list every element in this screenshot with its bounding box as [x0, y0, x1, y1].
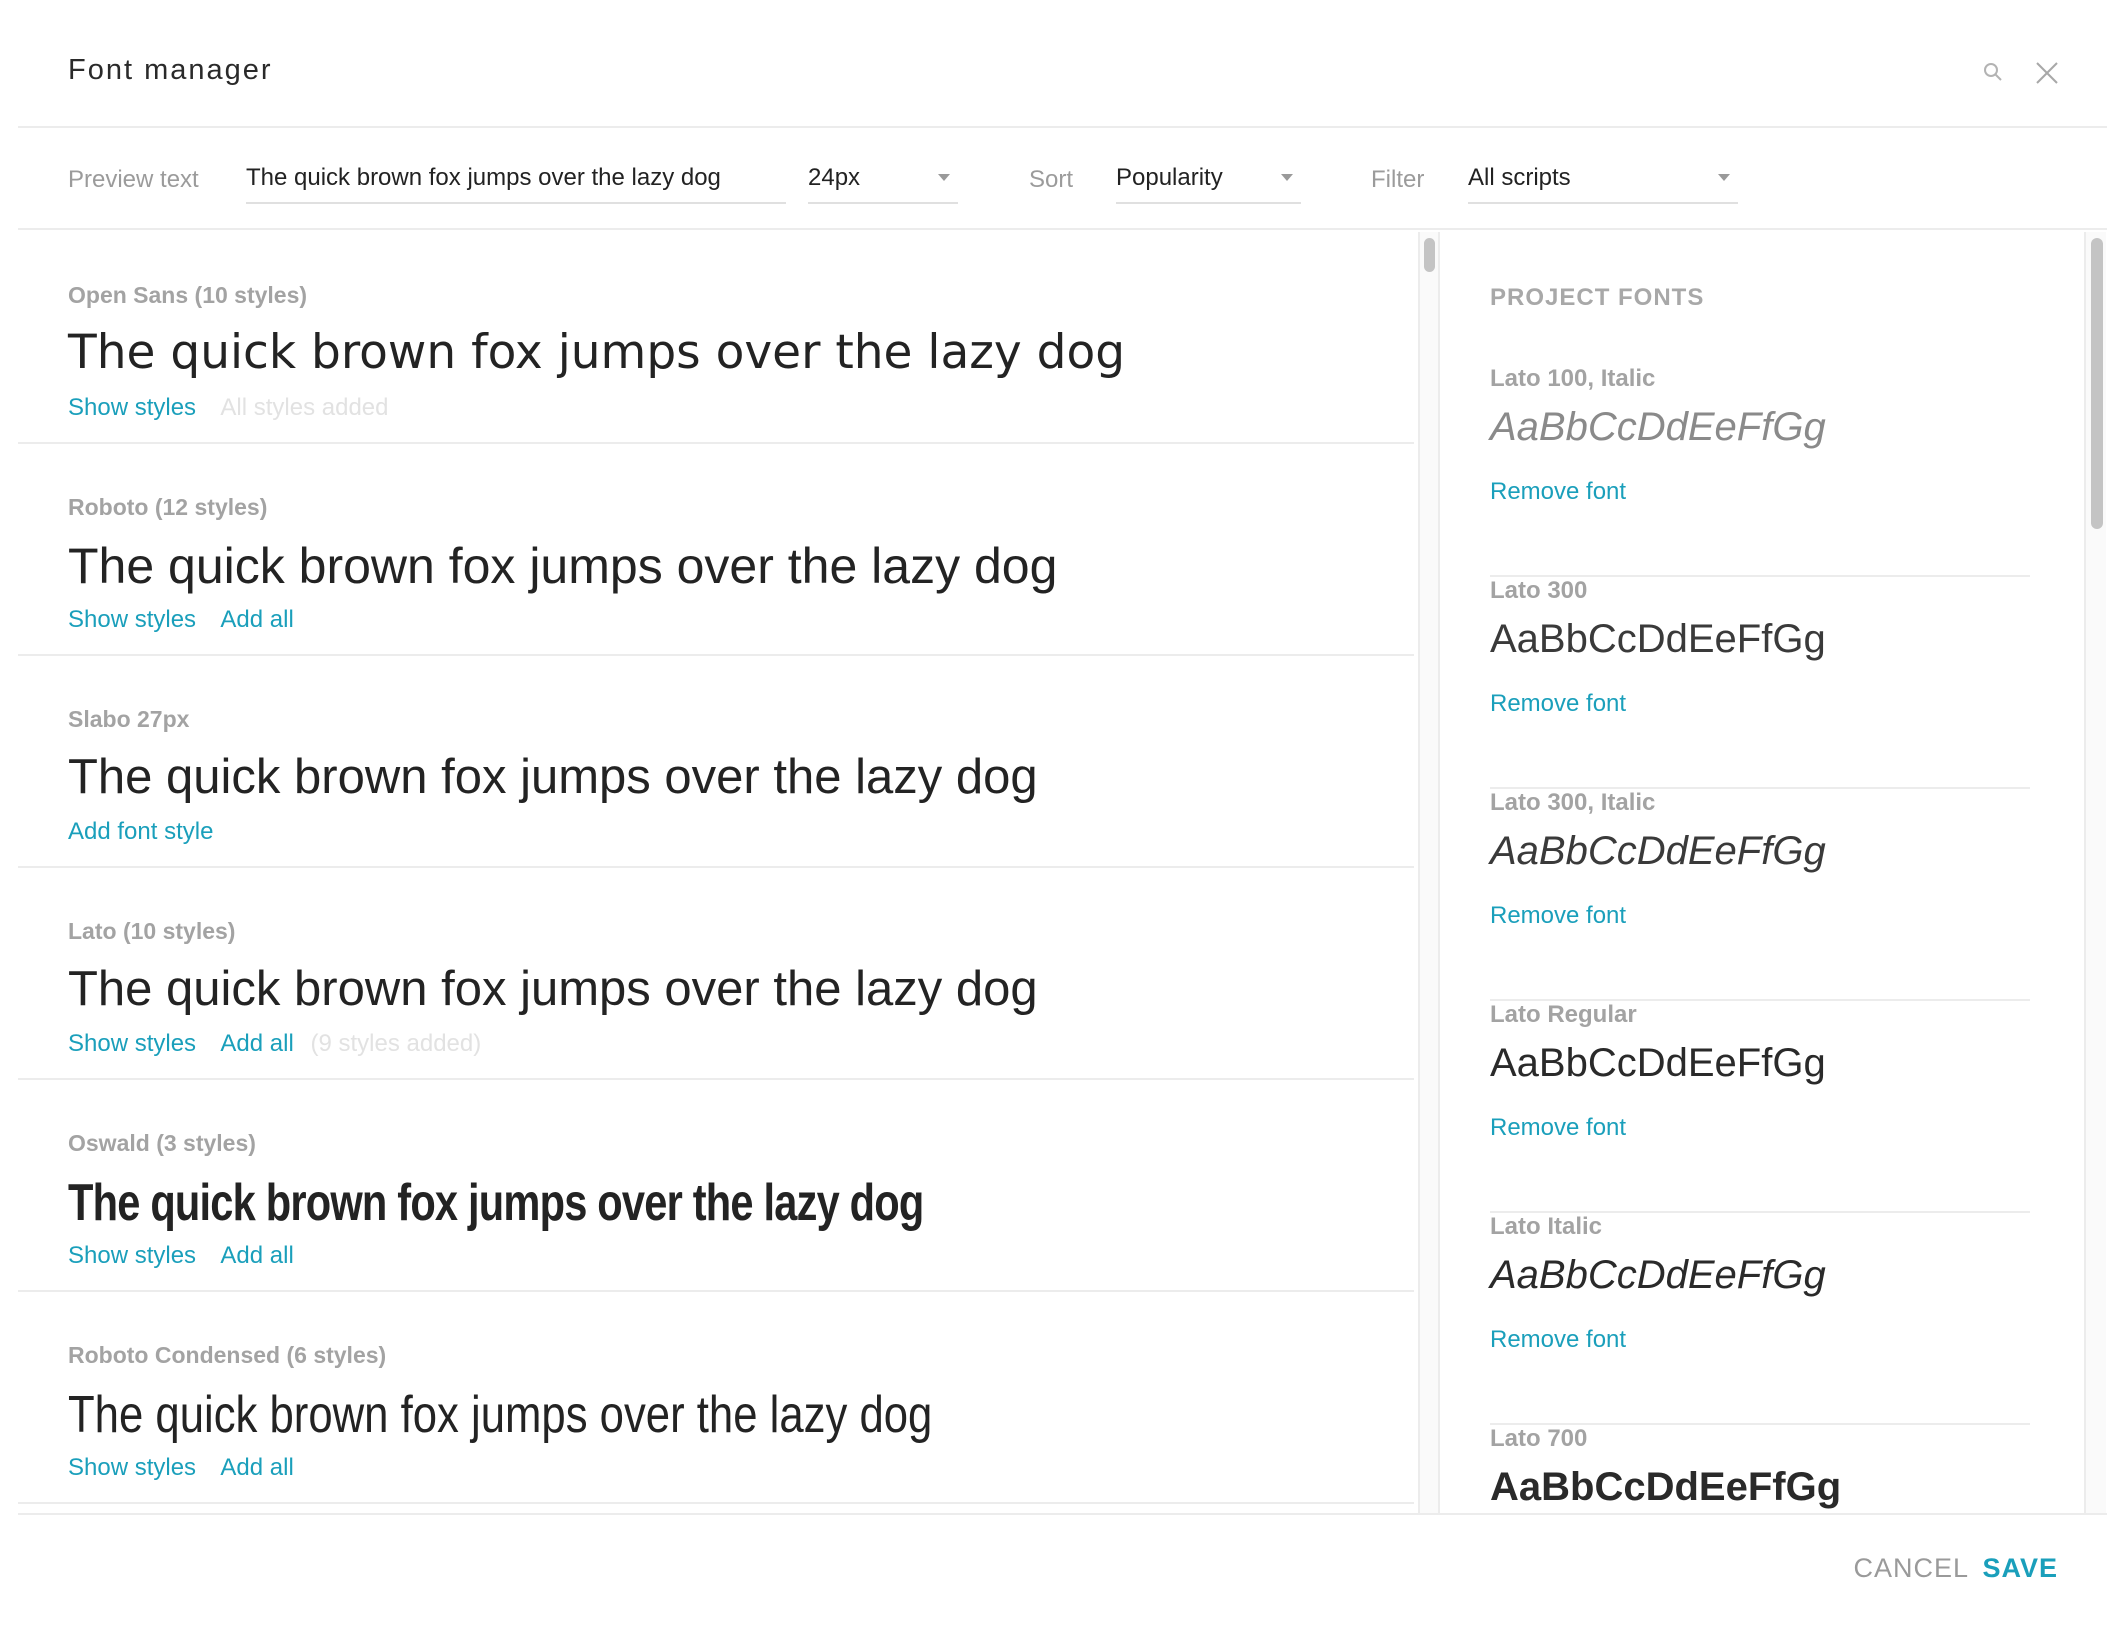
project-font-item: Lato Regular AaBbCcDdEeFfGg Remove font	[1490, 1001, 2030, 1213]
sort-select[interactable]: Popularity	[1116, 162, 1301, 204]
project-font-name: Lato 700	[1490, 1425, 1588, 1452]
font-preview: The quick brown fox jumps over the lazy …	[68, 538, 1058, 594]
font-actions: Show styles Add all	[68, 606, 313, 634]
project-fonts-panel: PROJECT FONTS Lato 100, Italic AaBbCcDdE…	[1440, 232, 2084, 1513]
cancel-button[interactable]: CANCEL	[1853, 1553, 1969, 1584]
font-name: Lato (10 styles)	[68, 918, 236, 944]
chevron-down-icon	[938, 174, 950, 181]
show-styles-link[interactable]: Show styles	[68, 606, 196, 633]
project-font-sample: AaBbCcDdEeFfGg	[1490, 1041, 1826, 1085]
add-all-link[interactable]: Add all	[220, 1030, 293, 1057]
project-font-sample: AaBbCcDdEeFfGg	[1490, 405, 1826, 449]
font-actions: Show styles Add all (9 styles added)	[68, 1030, 481, 1058]
font-actions: Show styles Add all	[68, 1242, 313, 1270]
project-font-item: Lato 300, Italic AaBbCcDdEeFfGg Remove f…	[1490, 789, 2030, 1001]
dialog-title: Font manager	[68, 54, 273, 86]
font-name: Roboto Condensed (6 styles)	[68, 1342, 387, 1368]
font-name: Slabo 27px	[68, 706, 190, 732]
font-preview: The quick brown fox jumps over the lazy …	[68, 1386, 933, 1444]
font-item-roboto: Roboto (12 styles) The quick brown fox j…	[18, 444, 1414, 656]
preview-text-value: The quick brown fox jumps over the lazy …	[246, 164, 721, 191]
font-item-roboto-condensed: Roboto Condensed (6 styles) The quick br…	[18, 1292, 1414, 1504]
add-all-link[interactable]: Add all	[220, 1242, 293, 1269]
close-icon[interactable]	[2032, 58, 2062, 88]
dialog-footer: CANCEL SAVE	[18, 1513, 2107, 1637]
filter-select[interactable]: All scripts	[1468, 162, 1738, 204]
font-name: Open Sans (10 styles)	[68, 282, 308, 308]
project-font-sample: AaBbCcDdEeFfGg	[1490, 829, 1826, 873]
filter-label: Filter	[1371, 166, 1425, 193]
show-styles-link[interactable]: Show styles	[68, 1030, 196, 1057]
project-fonts-heading: PROJECT FONTS	[1490, 284, 1705, 311]
font-preview: The quick brown fox jumps over the lazy …	[68, 962, 1038, 1016]
chevron-down-icon	[1281, 174, 1293, 181]
size-value: 24px	[808, 164, 861, 191]
toolbar: Preview text The quick brown fox jumps o…	[18, 128, 2107, 230]
font-item-open-sans: Open Sans (10 styles) The quick brown fo…	[18, 232, 1414, 444]
project-font-name: Lato Regular	[1490, 1001, 1637, 1028]
status-text: (9 styles added)	[310, 1030, 482, 1057]
chevron-down-icon	[1718, 174, 1730, 181]
project-font-name: Lato 100, Italic	[1490, 365, 1656, 392]
font-name: Roboto (12 styles)	[68, 494, 268, 520]
save-button[interactable]: SAVE	[1982, 1553, 2058, 1584]
add-all-link[interactable]: Add all	[220, 606, 293, 633]
project-font-item: Lato Italic AaBbCcDdEeFfGg Remove font	[1490, 1213, 2030, 1425]
remove-font-link[interactable]: Remove font	[1490, 1114, 1626, 1142]
project-font-sample: AaBbCcDdEeFfGg	[1490, 617, 1826, 661]
dialog-header: Font manager	[18, 0, 2107, 128]
font-item-lato: Lato (10 styles) The quick brown fox jum…	[18, 868, 1414, 1080]
remove-font-link[interactable]: Remove font	[1490, 478, 1626, 506]
font-actions: Show styles Add all	[68, 1454, 313, 1482]
add-all-link[interactable]: Add all	[220, 1454, 293, 1481]
font-list: Open Sans (10 styles) The quick brown fo…	[18, 232, 1414, 1513]
font-preview: The quick brown fox jumps over the lazy …	[68, 750, 1038, 804]
project-fonts-scrollbar-thumb[interactable]	[2091, 238, 2103, 529]
remove-font-link[interactable]: Remove font	[1490, 690, 1626, 718]
add-font-style-link[interactable]: Add font style	[68, 818, 213, 845]
remove-font-link[interactable]: Remove font	[1490, 1326, 1626, 1354]
show-styles-link[interactable]: Show styles	[68, 394, 196, 421]
font-preview: The quick brown fox jumps over the lazy …	[68, 325, 1126, 380]
font-list-scrollbar-thumb[interactable]	[1424, 238, 1435, 272]
font-item-slabo: Slabo 27px The quick brown fox jumps ove…	[18, 656, 1414, 868]
size-select[interactable]: 24px	[808, 162, 958, 204]
project-fonts-scrollbar[interactable]	[2084, 232, 2106, 1513]
search-icon[interactable]	[1979, 58, 2009, 88]
project-font-name: Lato 300, Italic	[1490, 789, 1656, 816]
font-name: Oswald (3 styles)	[68, 1130, 256, 1156]
preview-text-label: Preview text	[68, 166, 199, 193]
project-font-item: Lato 700 AaBbCcDdEeFfGg	[1490, 1425, 2030, 1513]
project-font-name: Lato 300	[1490, 577, 1588, 604]
font-actions: Show styles All styles added	[68, 394, 389, 422]
project-font-name: Lato Italic	[1490, 1213, 1603, 1240]
font-preview: The quick brown fox jumps over the lazy …	[68, 1174, 924, 1232]
filter-value: All scripts	[1468, 164, 1571, 191]
sort-value: Popularity	[1116, 164, 1223, 191]
show-styles-link[interactable]: Show styles	[68, 1454, 196, 1481]
project-font-sample: AaBbCcDdEeFfGg	[1490, 1253, 1826, 1297]
sort-label: Sort	[1029, 166, 1074, 193]
font-item-oswald: Oswald (3 styles) The quick brown fox ju…	[18, 1080, 1414, 1292]
font-list-scrollbar[interactable]	[1418, 232, 1440, 1513]
preview-text-input[interactable]: The quick brown fox jumps over the lazy …	[246, 162, 786, 204]
project-font-item: Lato 100, Italic AaBbCcDdEeFfGg Remove f…	[1490, 365, 2030, 577]
remove-font-link[interactable]: Remove font	[1490, 902, 1626, 930]
status-text: All styles added	[220, 394, 389, 421]
project-font-sample: AaBbCcDdEeFfGg	[1490, 1465, 1842, 1509]
project-font-item: Lato 300 AaBbCcDdEeFfGg Remove font	[1490, 577, 2030, 789]
font-actions: Add font style	[68, 818, 232, 846]
show-styles-link[interactable]: Show styles	[68, 1242, 196, 1269]
